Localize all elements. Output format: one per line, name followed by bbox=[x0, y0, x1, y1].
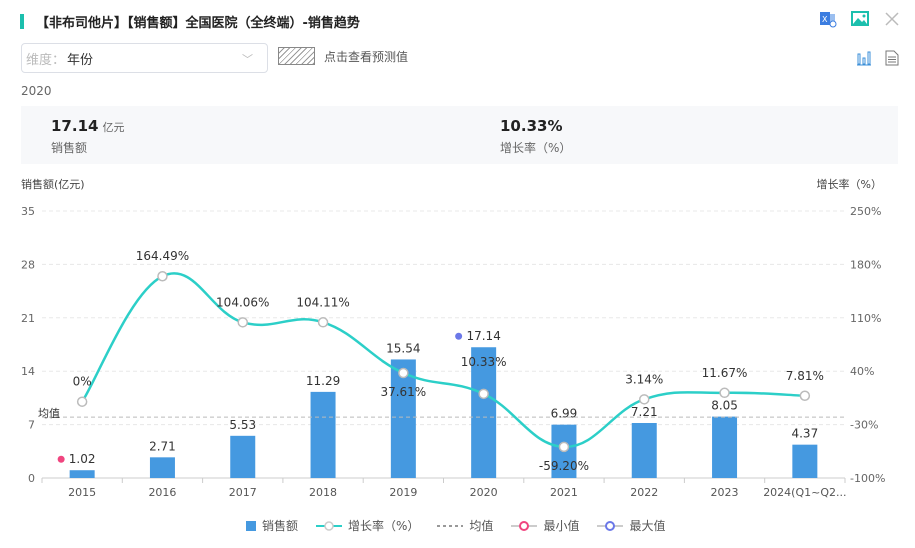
bar-value-label: 5.53 bbox=[229, 418, 256, 432]
bar bbox=[230, 435, 256, 478]
growth-value-label: 104.11% bbox=[296, 295, 349, 309]
x-tick-label: 2017 bbox=[229, 486, 257, 499]
bar-value-label: 8.05 bbox=[711, 399, 738, 413]
legend-item-mean[interactable]: 均值 bbox=[437, 517, 493, 534]
growth-value-label: 10.33% bbox=[461, 355, 507, 369]
bar-value-label: 7.21 bbox=[631, 405, 658, 419]
bar-value-label: 15.54 bbox=[386, 341, 420, 355]
line-swatch-icon bbox=[316, 520, 343, 531]
legend-label: 均值 bbox=[469, 519, 494, 533]
growth-line bbox=[81, 272, 805, 449]
growth-point bbox=[398, 367, 409, 379]
y-tick-left: 7 bbox=[28, 419, 35, 432]
y-tick-left: 0 bbox=[28, 472, 35, 485]
legend-label: 最大值 bbox=[629, 519, 666, 533]
legend-item-sales[interactable]: 销售额 bbox=[246, 517, 298, 534]
growth-value-label: 164.49% bbox=[136, 249, 189, 263]
y-tick-left: 14 bbox=[21, 365, 35, 378]
bar-swatch-icon bbox=[246, 520, 256, 531]
x-tick-label: 2018 bbox=[309, 486, 337, 499]
growth-value-label: 104.06% bbox=[216, 295, 269, 309]
x-tick-label: 2016 bbox=[148, 486, 176, 499]
y-tick-left: 21 bbox=[21, 312, 35, 325]
bar-value-label: 2.71 bbox=[149, 439, 176, 453]
growth-value-label: -59.20% bbox=[539, 459, 589, 473]
y-tick-left: 35 bbox=[21, 205, 35, 218]
y-tick-right: 110% bbox=[850, 312, 881, 325]
legend-label: 增长率（%） bbox=[348, 519, 420, 533]
min-marker-icon bbox=[511, 520, 538, 531]
legend-label: 最小值 bbox=[543, 519, 580, 533]
max-marker bbox=[455, 332, 463, 340]
bar bbox=[631, 422, 657, 478]
legend-item-min[interactable]: 最小值 bbox=[511, 517, 579, 534]
bar-value-label: 1.02 bbox=[69, 452, 96, 466]
legend-item-growth[interactable]: 增长率（%） bbox=[316, 517, 419, 534]
bar-value-label: 6.99 bbox=[551, 407, 578, 421]
x-tick-label: 2015 bbox=[68, 486, 96, 499]
growth-point bbox=[478, 388, 489, 400]
dashed-line-icon bbox=[437, 524, 464, 527]
growth-point bbox=[237, 317, 248, 328]
y-tick-left: 28 bbox=[21, 258, 35, 271]
growth-value-label: 11.67% bbox=[702, 366, 748, 380]
growth-value-label: 0% bbox=[73, 375, 92, 389]
y-tick-right: 180% bbox=[850, 258, 881, 271]
legend-label: 销售额 bbox=[262, 519, 299, 533]
growth-point bbox=[317, 317, 329, 328]
legend-item-max[interactable]: 最大值 bbox=[597, 517, 665, 534]
growth-point bbox=[157, 270, 168, 282]
y-tick-right: 40% bbox=[850, 365, 874, 378]
x-tick-label: 2024(Q1~Q2... bbox=[763, 486, 846, 499]
legend: 销售额 增长率（%） 均值 最小值 最大值 bbox=[246, 517, 665, 534]
growth-value-label: 7.81% bbox=[786, 369, 824, 383]
growth-value-label: 3.14% bbox=[625, 372, 663, 386]
x-tick-label: 2020 bbox=[470, 486, 498, 499]
growth-point bbox=[719, 387, 730, 399]
bar bbox=[712, 416, 738, 478]
growth-point bbox=[639, 394, 650, 405]
growth-point bbox=[76, 396, 88, 407]
mean-label: 均值 bbox=[38, 407, 60, 420]
y-tick-right: -30% bbox=[850, 419, 878, 432]
bar-value-label: 4.37 bbox=[791, 427, 818, 441]
max-marker-icon bbox=[597, 520, 624, 531]
y-tick-right: 250% bbox=[850, 205, 881, 218]
min-marker bbox=[57, 455, 65, 463]
y-tick-right: -100% bbox=[850, 472, 885, 485]
bar bbox=[792, 444, 818, 478]
bar bbox=[69, 470, 95, 478]
bar bbox=[149, 457, 175, 478]
bar bbox=[310, 391, 336, 478]
x-tick-label: 2023 bbox=[711, 486, 739, 499]
growth-point bbox=[558, 441, 570, 453]
bar-value-label: 11.29 bbox=[306, 374, 340, 388]
growth-value-label: 37.61% bbox=[380, 385, 426, 399]
x-tick-label: 2021 bbox=[550, 486, 578, 499]
x-tick-label: 2019 bbox=[389, 486, 417, 499]
bar-value-label: 17.14 bbox=[466, 329, 500, 343]
combo-chart: 0 -100% 7 -30% 14 40% 21 110% 28 180% 35 250% 2015 20… bbox=[21, 205, 885, 499]
x-tick-label: 2022 bbox=[630, 486, 658, 499]
growth-point bbox=[799, 390, 811, 402]
